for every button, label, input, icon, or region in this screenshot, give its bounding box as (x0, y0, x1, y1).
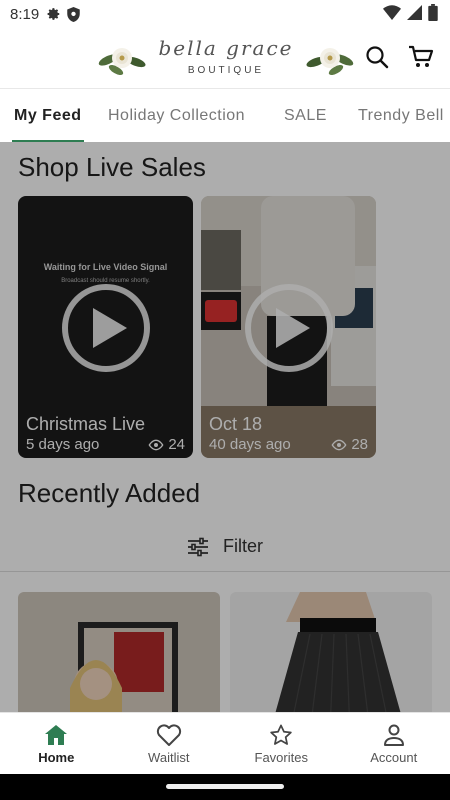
status-bar: 8:19 (0, 0, 450, 28)
product-card[interactable] (18, 592, 220, 712)
cart-icon (409, 45, 434, 67)
tab-trendy[interactable]: Trendy Bell (358, 89, 444, 142)
cart-button[interactable] (406, 42, 436, 72)
system-gesture-bar (0, 774, 450, 800)
product-image (18, 592, 220, 712)
eye-icon (148, 439, 164, 450)
nav-home[interactable]: Home (0, 713, 113, 775)
recently-added-title: Recently Added (18, 478, 201, 508)
play-icon (93, 308, 127, 348)
live-sales-title: Shop Live Sales (18, 152, 206, 182)
tab-label: Holiday Collection (108, 107, 246, 124)
nav-label: Account (370, 749, 418, 765)
live-sale-time: 5 days ago (26, 436, 100, 453)
tab-label: Trendy Bell (358, 107, 444, 124)
person-icon (383, 724, 404, 746)
live-sale-card[interactable]: Oct 18 40 days ago 28 (201, 196, 376, 458)
settings-gear-icon (47, 7, 61, 21)
view-count: 28 (331, 436, 368, 453)
play-button[interactable] (245, 284, 333, 372)
feed-content: Shop Live Sales Waiting for Live Video S… (0, 142, 450, 712)
live-sale-title: Oct 18 (209, 414, 263, 434)
heart-icon (156, 723, 181, 746)
view-count-value: 28 (351, 436, 368, 453)
view-count-value: 24 (168, 436, 185, 453)
battery-icon (428, 3, 438, 25)
play-button[interactable] (62, 284, 150, 372)
magnolia-right-icon (306, 48, 354, 76)
app-header: bella grace BOUTIQUE (0, 28, 450, 88)
product-card[interactable] (230, 592, 432, 712)
signal-icon (407, 4, 422, 24)
nav-label: Home (38, 749, 75, 765)
wifi-icon (383, 4, 401, 24)
filter-button[interactable]: Filter (0, 522, 450, 572)
view-count: 24 (148, 436, 185, 453)
tab-label: My Feed (14, 107, 82, 124)
live-sale-time: 40 days ago (209, 436, 291, 453)
eye-icon (331, 439, 347, 450)
nav-waitlist[interactable]: Waitlist (113, 713, 226, 775)
live-sale-card[interactable]: Waiting for Live Video Signal Broadcast … (18, 196, 193, 458)
play-icon (276, 308, 310, 348)
status-time: 8:19 (10, 5, 40, 23)
shield-icon (67, 6, 80, 22)
boutique-logo[interactable]: bella grace BOUTIQUE (98, 36, 354, 82)
magnolia-left-icon (98, 48, 146, 76)
tab-label: SALE (284, 107, 327, 124)
home-gesture-handle[interactable] (166, 784, 284, 789)
logo-sub-text: BOUTIQUE (187, 65, 265, 76)
product-image (230, 592, 432, 712)
search-button[interactable] (362, 42, 392, 72)
filter-sliders-icon (188, 537, 208, 556)
tab-sale[interactable]: SALE (284, 89, 327, 142)
tab-holiday-collection[interactable]: Holiday Collection (108, 89, 245, 142)
nav-account[interactable]: Account (338, 713, 450, 775)
video-status-text: Waiting for Live Video Signal (43, 262, 168, 272)
nav-label: Favorites (254, 749, 308, 765)
nav-favorites[interactable]: Favorites (225, 713, 338, 775)
live-sale-title: Christmas Live (26, 414, 146, 434)
logo-script-text: bella grace (158, 36, 294, 60)
tab-my-feed[interactable]: My Feed (12, 89, 84, 142)
filter-label: Filter (223, 536, 263, 556)
bottom-navigation: Home Waitlist Favorites Account (0, 712, 450, 774)
category-tabs: My Feed Holiday Collection SALE Trendy B… (0, 88, 450, 142)
nav-label: Waitlist (148, 749, 190, 765)
star-icon (270, 724, 292, 745)
app-screen: 8:19 bella grace BOUTIQUE My Feed Holida… (0, 0, 450, 800)
search-icon (366, 46, 389, 69)
home-icon (45, 724, 68, 745)
